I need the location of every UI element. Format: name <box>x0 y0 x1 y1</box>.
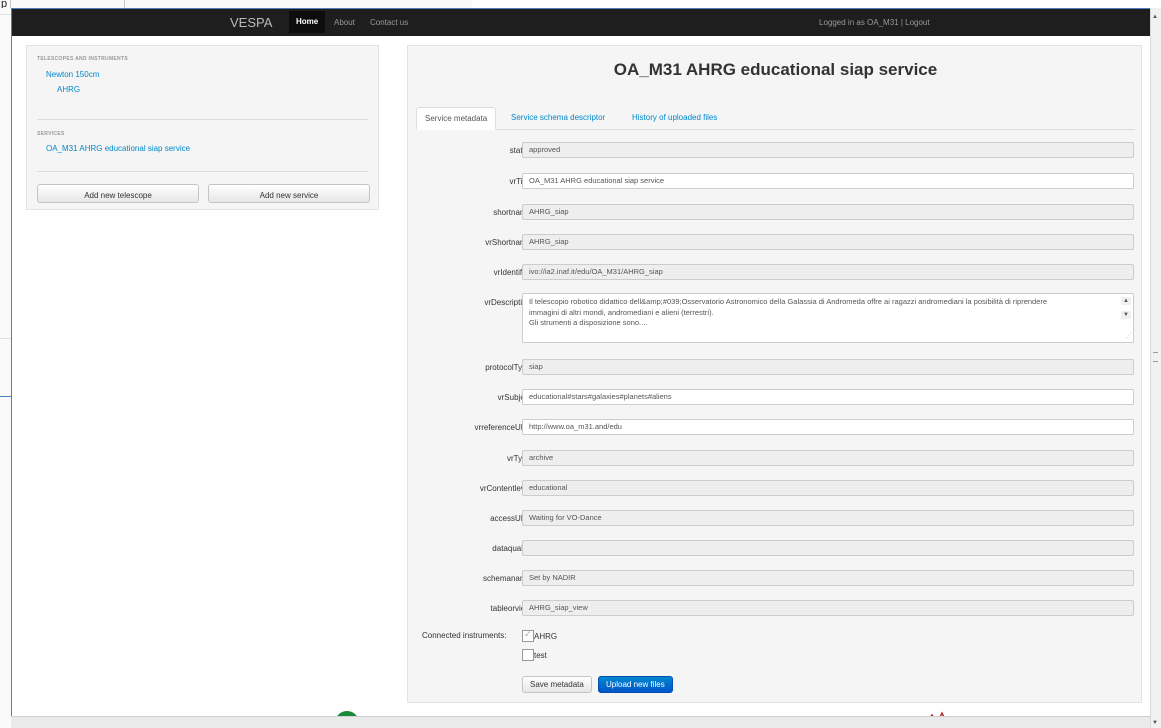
vrsubject-field[interactable]: educational#stars#galaxies#planets#alien… <box>522 389 1134 405</box>
vrdescription-textarea[interactable]: Il telescopio robotico didattico dell&am… <box>522 293 1134 343</box>
tableorview-field[interactable]: AHRG_siap_view <box>522 600 1134 616</box>
divider <box>0 14 11 15</box>
shortname-field[interactable]: AHRG_siap <box>522 204 1134 220</box>
checkbox-icon[interactable] <box>522 629 534 642</box>
description-line: Gli strumenti a disposizione sono.... <box>529 318 648 327</box>
scroll-down-arrow-icon[interactable]: ▼ <box>1152 720 1158 726</box>
telescopes-heading: TELESCOPES AND INSTRUMENTS <box>37 56 128 62</box>
instrument-checkbox-row[interactable]: AHRG <box>522 629 558 643</box>
navbar: VESPA Home About Contact us Logged in as… <box>12 9 1150 36</box>
status-field[interactable]: approved <box>522 142 1134 158</box>
tab-bar: Service metadata Service schema descript… <box>416 107 1135 130</box>
instrument-name: test <box>534 651 547 661</box>
divider <box>124 0 125 8</box>
user-status-logout[interactable]: Logged in as OA_M31 | Logout <box>819 18 930 27</box>
vrreferenceurl-field[interactable]: http://www.oa_m31.and/edu <box>522 419 1134 435</box>
description-line: Il telescopio robotico didattico dell&am… <box>529 297 1048 306</box>
dataquality-field[interactable] <box>522 540 1134 556</box>
telescope-link[interactable]: Newton 150cm <box>46 70 99 79</box>
divider <box>37 171 368 172</box>
brand-logo[interactable]: VESPA <box>230 15 272 30</box>
divider <box>10 0 11 8</box>
tab-service-metadata[interactable]: Service metadata <box>416 107 497 130</box>
page-title: OA_M31 AHRG educational siap service <box>613 60 938 79</box>
nav-about[interactable]: About <box>334 18 355 27</box>
scrollbar-grip[interactable] <box>1153 352 1158 362</box>
checkbox-icon[interactable] <box>522 649 534 661</box>
tab-service-schema-descriptor[interactable]: Service schema descriptor <box>503 107 613 129</box>
vrcontentlevel-field[interactable]: educational <box>522 480 1134 496</box>
vrshortname-field[interactable]: AHRG_siap <box>522 234 1134 250</box>
vrtype-field[interactable]: archive <box>522 450 1134 466</box>
nav-home[interactable]: Home <box>289 11 326 33</box>
instrument-link[interactable]: AHRG <box>57 85 80 94</box>
services-heading: SERVICES <box>37 131 65 137</box>
save-metadata-button[interactable]: Save metadata <box>522 676 592 693</box>
upload-files-button[interactable]: Upload new files <box>598 676 673 693</box>
add-service-button[interactable]: Add new service <box>208 184 370 203</box>
instrument-name: AHRG <box>534 632 558 642</box>
divider <box>37 119 368 120</box>
protocoltype-field[interactable]: siap <box>522 359 1134 375</box>
horizontal-scrollbar[interactable] <box>11 716 1150 728</box>
nav-contact-us[interactable]: Contact us <box>370 18 408 27</box>
tab-history-uploaded-files[interactable]: History of uploaded files <box>624 107 725 129</box>
browser-window: VESPA Home About Contact us Logged in as… <box>11 8 1150 728</box>
vertical-scrollbar[interactable]: ▲ ▼ <box>1150 8 1161 728</box>
description-line: immagini di altri mondi, andromediani e … <box>529 307 714 317</box>
vrtitle-field[interactable]: OA_M31 AHRG educational siap service <box>522 173 1134 189</box>
add-telescope-button[interactable]: Add new telescope <box>37 184 199 203</box>
scroll-down-arrow-icon[interactable]: ▼ <box>1121 311 1131 319</box>
vridentifier-field[interactable]: ivo://ia2.inaf.it/edu/OA_M31/AHRG_siap <box>522 264 1134 280</box>
service-link[interactable]: OA_M31 AHRG educational siap service <box>46 144 190 153</box>
main-panel: OA_M31 AHRG educational siap service Ser… <box>407 45 1142 703</box>
resize-grip-icon[interactable]: ⋰ <box>1126 331 1132 342</box>
divider <box>0 338 11 339</box>
schemaname-field[interactable]: Set by NADIR <box>522 570 1134 586</box>
connected-instruments-label: Connected instruments: <box>422 631 507 640</box>
instrument-checkbox-row[interactable]: test <box>522 649 547 662</box>
divider <box>0 396 11 397</box>
scroll-up-arrow-icon[interactable]: ▲ <box>1121 297 1131 305</box>
background-window-side <box>0 8 11 728</box>
accessurl-field[interactable]: Waiting for VO-Dance <box>522 510 1134 526</box>
scroll-up-arrow-icon[interactable]: ▲ <box>1152 14 1158 20</box>
sidebar: TELESCOPES AND INSTRUMENTS Newton 150cm … <box>26 45 379 210</box>
